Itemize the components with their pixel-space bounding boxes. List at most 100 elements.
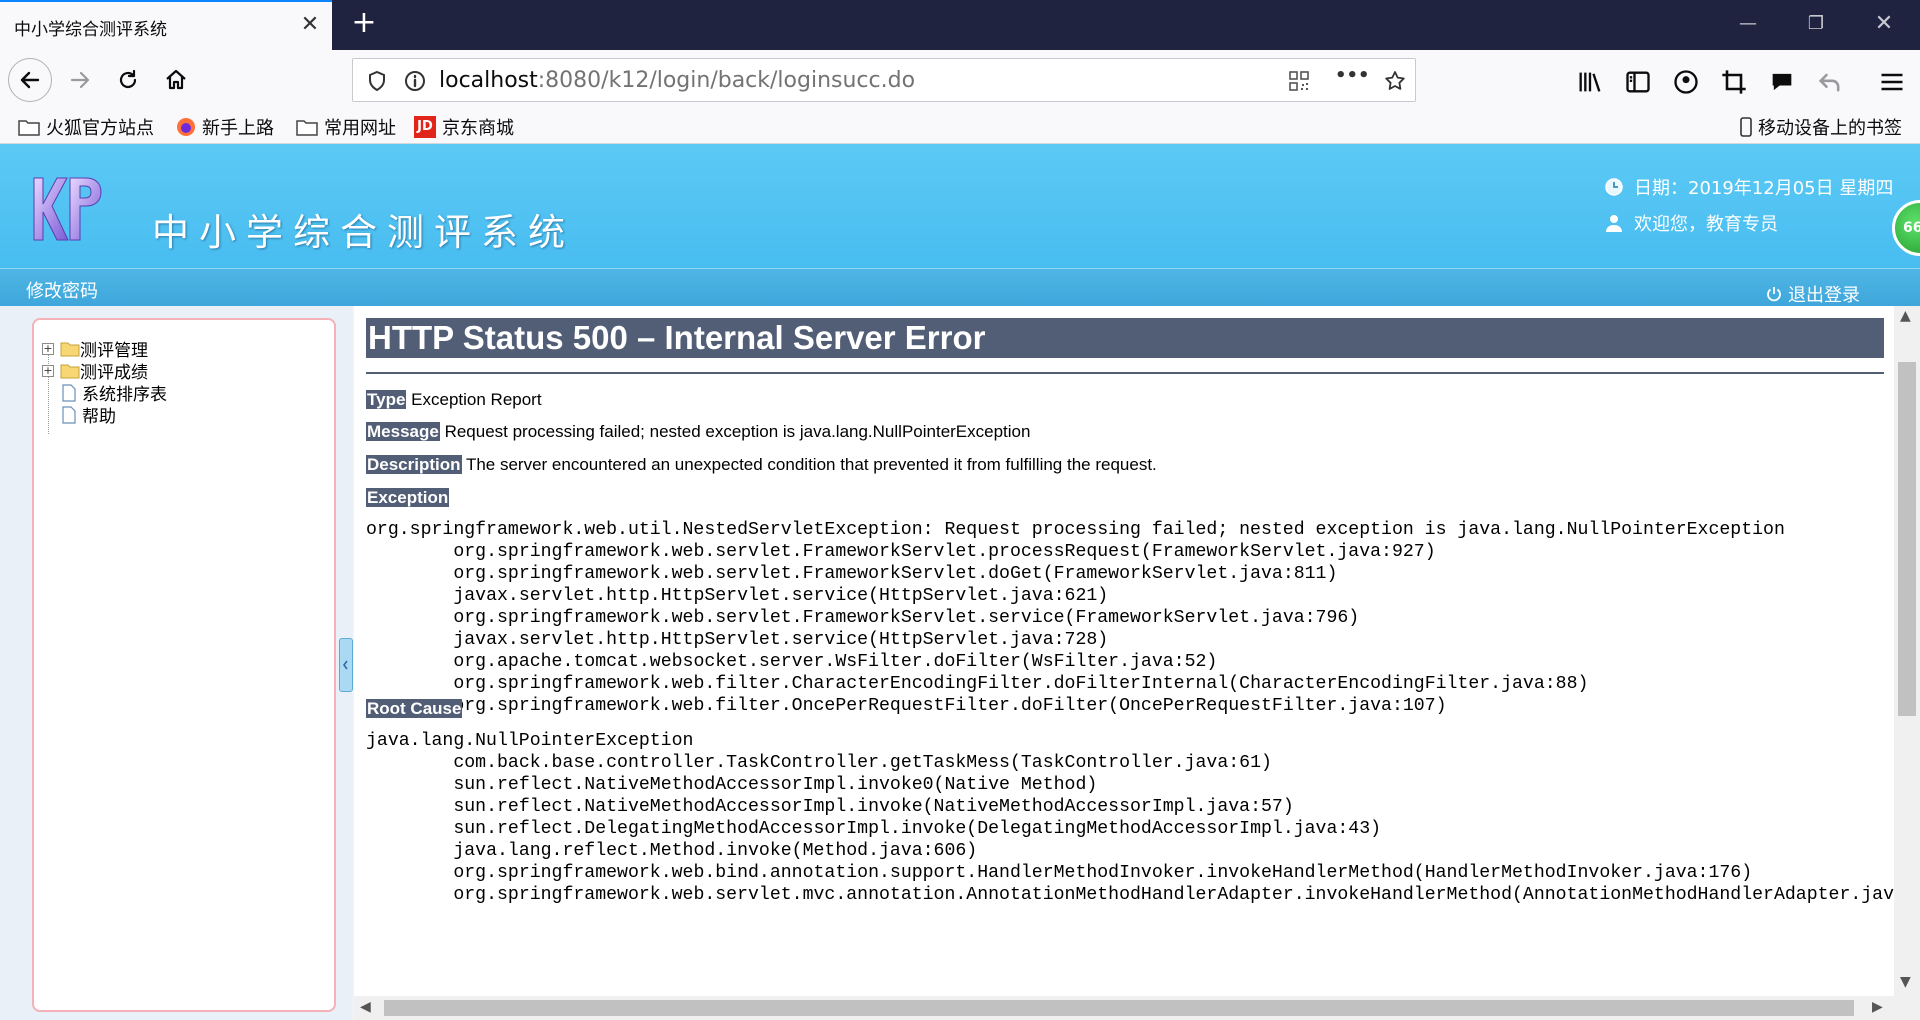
page-icon [62,405,76,424]
nav-tree-panel: + 测评管理 + 测评成绩 系统排序表 帮助 [32,318,336,1012]
jd-icon: JD [414,116,436,138]
qr-code-icon[interactable] [1287,69,1311,93]
vertical-scroll-thumb[interactable] [1898,362,1916,716]
scroll-right-icon[interactable]: ▶ [1872,999,1883,1015]
root-cause-label: Root Cause [366,699,463,718]
url-host: localhost [439,68,538,93]
bookmark-firefox-site[interactable]: 火狐官方站点 [18,114,154,140]
exception-label: Exception [366,488,450,507]
back-button[interactable] [8,58,52,102]
restore-icon[interactable]: ❐ [1796,8,1836,40]
chevron-left-icon [343,660,348,670]
message-label: Message [366,422,440,441]
screenshot-icon[interactable] [1720,68,1748,96]
bookmark-common-sites[interactable]: 常用网址 [296,114,396,140]
menu-icon[interactable] [1878,68,1906,96]
firefox-icon [177,118,195,136]
reload-button[interactable] [108,60,148,100]
type-label: Type [366,390,407,409]
bookmark-jd[interactable]: JD 京东商城 [414,114,514,140]
browser-tab[interactable]: 中小学综合测评系统 ✕ [0,0,332,50]
vertical-scrollbar[interactable]: ▲ ▼ [1894,306,1920,1020]
k12-logo [33,177,102,241]
user-icon [1606,215,1622,232]
star-icon[interactable] [1383,69,1407,93]
bookmark-label: 移动设备上的书签 [1758,118,1902,139]
tree-item-help[interactable]: 帮助 [60,402,116,427]
arrow-left-icon [20,71,40,89]
url-text[interactable]: localhost:8080/k12/login/back/loginsucc.… [439,68,915,93]
description-label: Description [366,455,462,474]
date-display: 日期：2019年12月05日 星期四 [1604,174,1893,200]
folder-icon [18,120,40,136]
welcome-text: 欢迎您，教育专员 [1634,214,1778,235]
tree-connector [48,376,49,434]
bookmark-getting-started[interactable]: 新手上路 [176,114,274,140]
horizontal-scroll-thumb[interactable] [384,1000,1854,1016]
page-actions-icon[interactable]: ••• [1335,65,1370,89]
forward-button[interactable] [60,60,100,100]
arrow-right-icon [70,71,90,89]
message-value: Request processing failed; nested except… [444,422,1031,441]
sub-nav-bar: 修改密码 退出登录 [0,268,1920,306]
error-divider [366,372,1884,374]
change-password-link[interactable]: 修改密码 [26,277,98,303]
bookmark-mobile[interactable]: 移动设备上的书签 [1740,114,1902,140]
undo-icon[interactable] [1816,68,1844,96]
home-button[interactable] [156,60,196,100]
collapse-sidebar-handle[interactable] [339,638,353,692]
new-tab-button[interactable]: + [348,8,380,40]
reload-icon [119,69,137,89]
folder-icon [60,342,80,356]
info-icon[interactable] [403,69,427,93]
error-message-row: Message Request processing failed; neste… [366,422,1030,442]
exception-stacktrace: org.springframework.web.util.NestedServl… [366,520,1785,716]
chat-icon[interactable] [1768,68,1796,96]
browser-titlebar: 中小学综合测评系统 ✕ + — ❐ ✕ [0,0,1920,50]
tab-title: 中小学综合测评系统 [14,20,167,40]
page-viewport: 中小学综合测评系统 日期：2019年12月05日 星期四 欢迎您，教育专员 66… [0,144,1920,1020]
expand-icon[interactable]: + [42,342,54,355]
exception-heading: Exception [366,488,450,508]
mobile-icon [1740,117,1752,137]
page-icon [62,383,76,402]
url-path: :8080/k12/login/back/loginsucc.do [537,68,916,93]
error-content-frame: HTTP Status 500 – Internal Server Error … [354,306,1920,1020]
power-icon [1767,287,1781,302]
sidebar-icon[interactable] [1624,68,1652,96]
tab-close-button[interactable]: ✕ [298,14,322,38]
library-icon[interactable] [1576,68,1604,96]
horizontal-scrollbar[interactable]: ◀ ▶ [354,996,1894,1020]
error-description-row: Description The server encountered an un… [366,455,1157,475]
close-window-icon[interactable]: ✕ [1864,8,1904,40]
bookmarks-toolbar: 火狐官方站点 新手上路 常用网址 JD 京东商城 移动设备上的书签 [0,110,1920,144]
scroll-up-icon[interactable]: ▲ [1900,308,1911,324]
type-value: Exception Report [411,390,542,409]
error-type-row: Type Exception Report [366,390,542,410]
floating-badge[interactable]: 66 [1892,200,1920,256]
minimize-icon[interactable]: — [1728,8,1768,40]
root-cause-stacktrace: java.lang.NullPointerException com.back.… [366,731,1920,905]
url-bar[interactable]: localhost:8080/k12/login/back/loginsucc.… [352,58,1416,102]
bookmark-label: 火狐官方站点 [46,118,154,139]
system-title: 中小学综合测评系统 [152,211,575,254]
account-icon[interactable] [1672,68,1700,96]
folder-icon [60,364,80,378]
browser-navbar: localhost:8080/k12/login/back/loginsucc.… [0,50,1920,110]
shield-icon[interactable] [365,69,389,93]
bookmark-label: 常用网址 [324,118,396,139]
scroll-down-icon[interactable]: ▼ [1900,974,1911,990]
tree-item-label: 帮助 [82,407,116,427]
scroll-left-icon[interactable]: ◀ [360,999,371,1015]
description-value: The server encountered an unexpected con… [465,455,1157,474]
welcome-display: 欢迎您，教育专员 [1604,210,1778,236]
clock-icon [1605,178,1623,196]
logout-label: 退出登录 [1788,285,1860,306]
logout-button[interactable]: 退出登录 [1766,281,1860,307]
expand-icon[interactable]: + [42,364,54,377]
error-title: HTTP Status 500 – Internal Server Error [366,318,1884,358]
folder-icon [296,120,318,136]
bookmark-label: 京东商城 [442,118,514,139]
bookmark-label: 新手上路 [202,118,274,139]
date-text: 日期：2019年12月05日 星期四 [1634,178,1894,199]
